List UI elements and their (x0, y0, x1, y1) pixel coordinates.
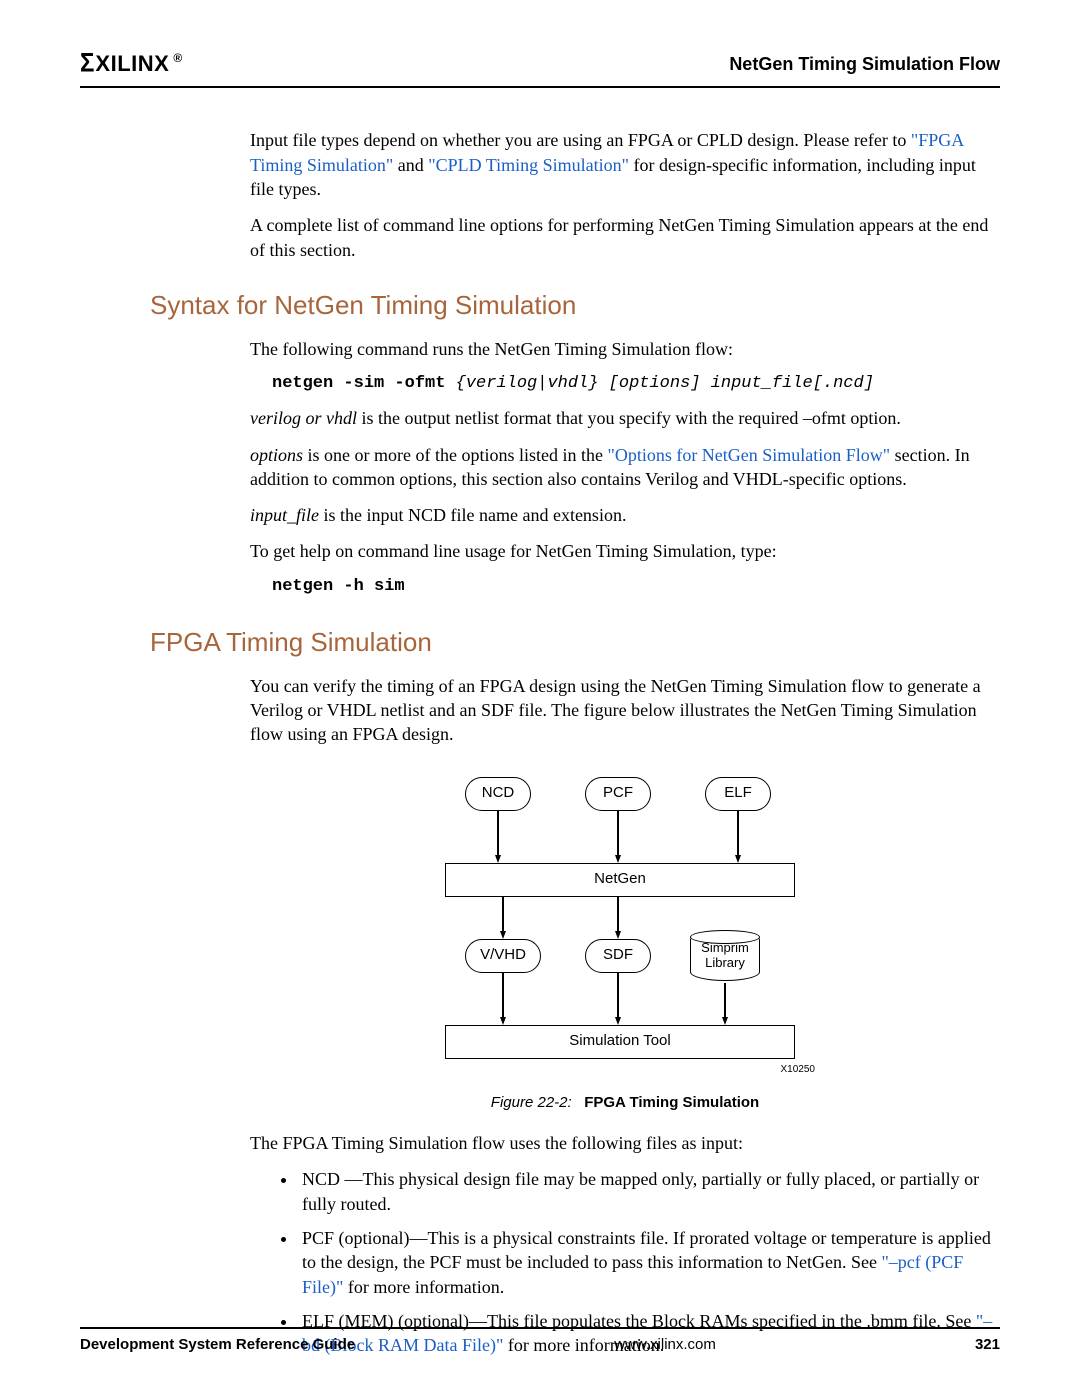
heading-fpga-timing: FPGA Timing Simulation (150, 625, 1000, 660)
bullet-pcf-b: for more information. (343, 1277, 504, 1297)
footer-left: Development System Reference Guide (80, 1335, 355, 1355)
intro-p1a: Input file types depend on whether you a… (250, 130, 911, 150)
term-input-file: input_file (250, 505, 319, 525)
fpga-p2: The FPGA Timing Simulation flow uses the… (250, 1131, 1000, 1155)
code-help-text: netgen -h sim (272, 577, 405, 596)
logo-reg: ® (173, 50, 182, 66)
figure-label: Figure 22-2: (491, 1094, 572, 1111)
node-vvhd: V/VHD (465, 939, 541, 973)
bullet-ncd: NCD —This physical design file may be ma… (302, 1169, 979, 1213)
arrow-icon (495, 811, 501, 863)
arrow-icon (500, 973, 506, 1025)
code-args: {verilog|vhdl} [options] input_file[.ncd… (456, 374, 874, 393)
fpga-p1: You can verify the timing of an FPGA des… (250, 674, 1000, 747)
fpga-flow-diagram: NCD PCF ELF NetGen V/VHD SDF Simprim Lib… (435, 777, 815, 1077)
code-netgen-help: netgen -h sim (272, 576, 1000, 599)
link-options-netgen-sim-flow[interactable]: "Options for NetGen Simulation Flow" (607, 445, 890, 465)
figure-id: X10250 (781, 1063, 815, 1077)
footer-url[interactable]: www.xilinx.com (614, 1335, 716, 1355)
figure-22-2: NCD PCF ELF NetGen V/VHD SDF Simprim Lib… (250, 777, 1000, 1114)
figure-title: FPGA Timing Simulation (584, 1094, 759, 1111)
syntax-p1: The following command runs the NetGen Ti… (250, 337, 1000, 361)
footer-page-number: 321 (975, 1335, 1000, 1355)
syntax-p2b: is the output netlist format that you sp… (357, 408, 901, 428)
node-pcf: PCF (585, 777, 651, 811)
term-options: options (250, 445, 303, 465)
list-item: PCF (optional)—This is a physical constr… (298, 1226, 1000, 1299)
node-sdf: SDF (585, 939, 651, 973)
header-section-title: NetGen Timing Simulation Flow (729, 52, 1000, 76)
arrow-icon (615, 973, 621, 1025)
arrow-icon (615, 897, 621, 939)
arrow-icon (500, 897, 506, 939)
syntax-block: The following command runs the NetGen Ti… (250, 337, 1000, 599)
logo-text: XILINX (95, 49, 169, 79)
term-verilog-vhdl: verilog or vhdl (250, 408, 357, 428)
node-simprim-lib: Simprim Library (690, 931, 760, 981)
list-item: NCD —This physical design file may be ma… (298, 1167, 1000, 1216)
fpga-block: You can verify the timing of an FPGA des… (250, 674, 1000, 1358)
arrow-icon (722, 983, 728, 1025)
page-header: Σ XILINX ® NetGen Timing Simulation Flow (80, 48, 1000, 88)
intro-p1mid: and (398, 155, 429, 175)
syntax-p4b: is the input NCD file name and extension… (319, 505, 626, 525)
heading-syntax: Syntax for NetGen Timing Simulation (150, 288, 1000, 323)
logo-mark-icon: Σ (80, 46, 91, 82)
syntax-p5: To get help on command line usage for Ne… (250, 539, 1000, 563)
figure-caption: Figure 22-2: FPGA Timing Simulation (250, 1093, 1000, 1113)
node-ncd: NCD (465, 777, 531, 811)
code-bold: netgen -sim -ofmt (272, 374, 456, 393)
node-elf: ELF (705, 777, 771, 811)
intro-block: Input file types depend on whether you a… (250, 128, 1000, 261)
code-netgen-sim: netgen -sim -ofmt {verilog|vhdl} [option… (272, 373, 1000, 396)
page-footer: Development System Reference Guide www.x… (80, 1327, 1000, 1355)
link-cpld-timing-sim[interactable]: "CPLD Timing Simulation" (428, 155, 629, 175)
arrow-icon (615, 811, 621, 863)
node-simulation-tool: Simulation Tool (445, 1025, 795, 1059)
intro-p2: A complete list of command line options … (250, 213, 1000, 262)
xilinx-logo: Σ XILINX ® (80, 48, 183, 80)
arrow-icon (735, 811, 741, 863)
node-netgen: NetGen (445, 863, 795, 897)
syntax-p3b: is one or more of the options listed in … (303, 445, 607, 465)
